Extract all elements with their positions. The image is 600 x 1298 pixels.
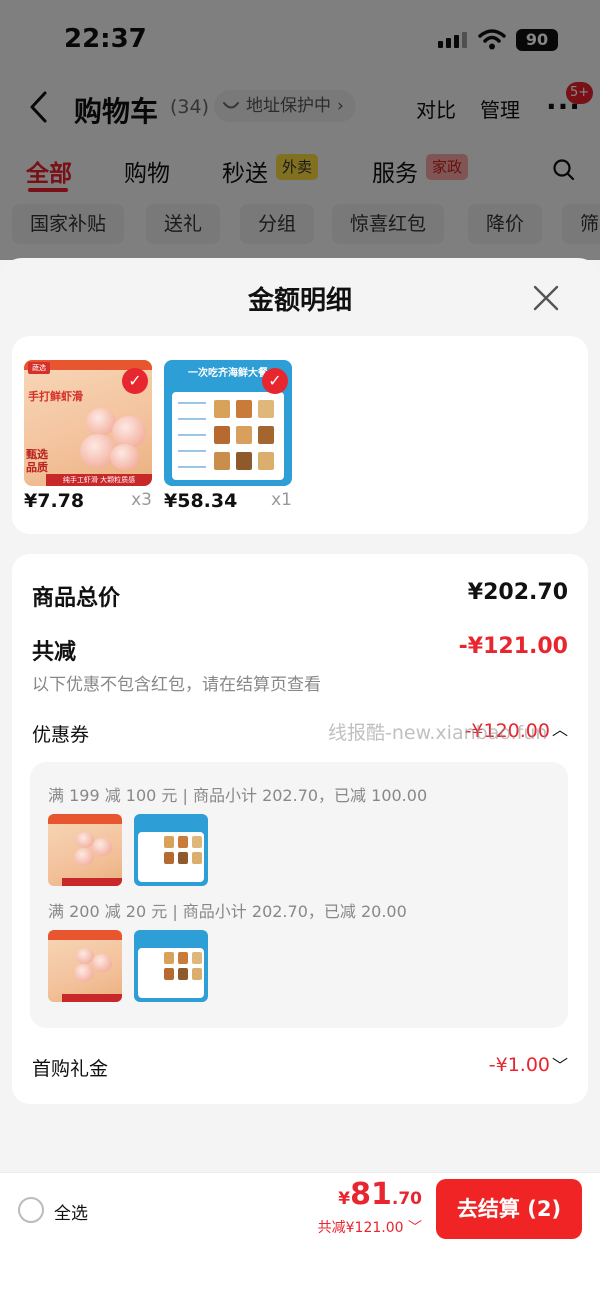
chevron-up-icon[interactable]: ︿ bbox=[552, 716, 568, 740]
product-qty: x1 bbox=[271, 490, 292, 510]
modal-overlay[interactable] bbox=[0, 0, 600, 260]
product-price: ¥7.78 bbox=[24, 490, 85, 512]
total-label: 商品总价 bbox=[32, 586, 121, 611]
close-icon[interactable] bbox=[532, 284, 560, 312]
currency-symbol: ¥ bbox=[338, 1189, 351, 1209]
coupon-product-thumb bbox=[48, 930, 122, 1002]
coupon-product-thumb bbox=[48, 814, 122, 886]
chevron-down-icon: ﹀ bbox=[408, 1220, 422, 1236]
first-gift-value[interactable]: -¥1.00 bbox=[489, 1054, 550, 1076]
select-all-label[interactable]: 全选 bbox=[54, 1199, 88, 1224]
shrimp-product-image: 蔬选 手打鲜虾滑 甄选 品质 纯手工虾滑 大颗粒质感 ✓ bbox=[24, 360, 152, 486]
coupon-product-thumb bbox=[134, 814, 208, 886]
coupon-product-thumb bbox=[134, 930, 208, 1002]
product-price: ¥58.34 bbox=[164, 490, 238, 512]
checkout-bar: 全选 ¥81.70 共减¥121.00 ﹀ 去结算 (2) bbox=[0, 1172, 600, 1246]
coupon-rule: 满 200 减 20 元 | 商品小计 202.70，已减 20.00 bbox=[48, 902, 407, 921]
product-qty: x3 bbox=[131, 490, 152, 510]
sheet-title: 金额明细 bbox=[247, 286, 352, 316]
product-item[interactable]: 一次吃齐海鲜大餐 ✓ ¥58.34 x1 bbox=[164, 360, 292, 512]
total-discount-toggle[interactable]: 共减¥121.00 ﹀ bbox=[318, 1217, 422, 1237]
seafood-product-image: 一次吃齐海鲜大餐 ✓ bbox=[164, 360, 292, 486]
quality-stamp: 甄选 品质 bbox=[26, 448, 48, 474]
price-decimal: .70 bbox=[391, 1189, 422, 1209]
coupon-rule: 满 199 减 100 元 | 商品小计 202.70，已减 100.00 bbox=[48, 786, 428, 805]
price-integer: 81 bbox=[350, 1177, 392, 1212]
discount-note: 以下优惠不包含红包，请在结算页查看 bbox=[32, 675, 321, 695]
first-gift-label: 首购礼金 bbox=[32, 1058, 109, 1080]
coupon-detail-panel: 满 199 减 100 元 | 商品小计 202.70，已减 100.00 满 … bbox=[30, 762, 568, 1028]
checkout-button[interactable]: 去结算 (2) bbox=[436, 1179, 582, 1239]
selected-check-icon: ✓ bbox=[262, 368, 288, 394]
thumb-heading: 手打鲜虾滑 bbox=[28, 390, 83, 403]
coupon-label: 优惠券 bbox=[32, 724, 90, 746]
products-card: 蔬选 手打鲜虾滑 甄选 品质 纯手工虾滑 大颗粒质感 ✓ ¥7.78 x3 一次吃… bbox=[12, 336, 588, 534]
brand-logo: 蔬选 bbox=[28, 362, 50, 374]
chevron-down-icon[interactable]: ﹀ bbox=[552, 1052, 568, 1076]
reduce-value: -¥121.00 bbox=[458, 634, 568, 659]
total-price: ¥81.70 bbox=[338, 1177, 422, 1212]
price-breakdown-card: 商品总价 ¥202.70 共减 -¥121.00 以下优惠不包含红包，请在结算页… bbox=[12, 554, 588, 1104]
total-discount: 共减¥121.00 bbox=[317, 1220, 404, 1236]
reduce-label: 共减 bbox=[32, 640, 77, 665]
thumb-banner: 纯手工虾滑 大颗粒质感 bbox=[46, 474, 152, 486]
total-value: ¥202.70 bbox=[467, 580, 568, 605]
watermark: 线报酷-new.xianbao.fun bbox=[328, 722, 548, 744]
home-indicator-area bbox=[0, 1246, 600, 1298]
select-all-radio[interactable] bbox=[18, 1197, 44, 1223]
product-item[interactable]: 蔬选 手打鲜虾滑 甄选 品质 纯手工虾滑 大颗粒质感 ✓ ¥7.78 x3 bbox=[24, 360, 152, 512]
selected-check-icon: ✓ bbox=[122, 368, 148, 394]
amount-detail-sheet: 金额明细 蔬选 手打鲜虾滑 甄选 品质 纯手工虾滑 大颗粒质感 ✓ ¥7.78 x… bbox=[0, 258, 600, 1298]
